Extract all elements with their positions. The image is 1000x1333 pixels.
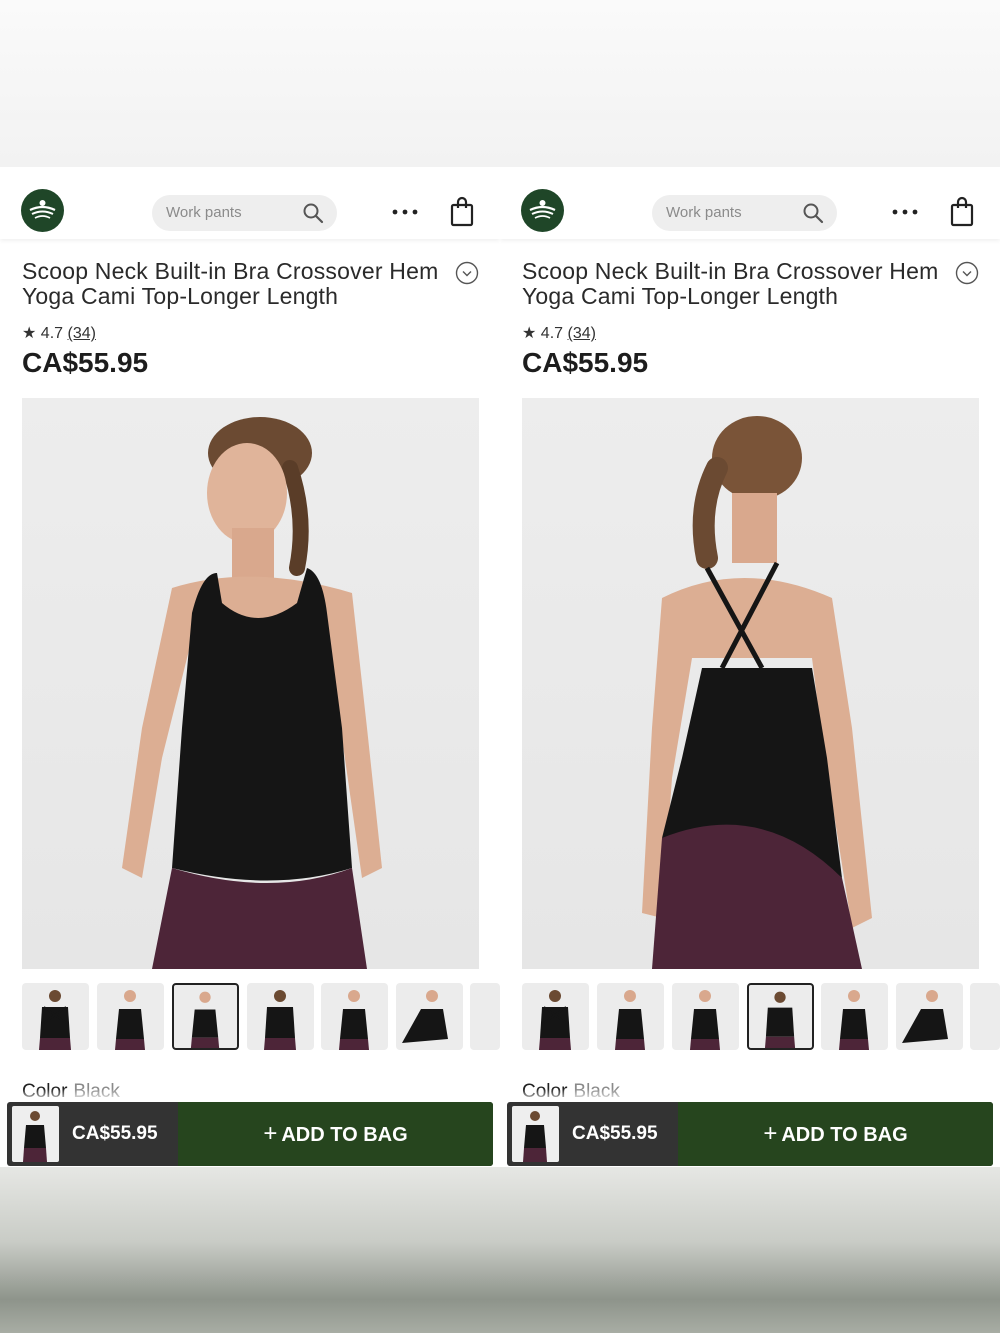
fade-overlay (0, 1089, 500, 1103)
top-blank-area (0, 0, 1000, 167)
product-rating: ★ 4.7 (34) (22, 323, 96, 343)
cart-price: CA$55.95 (72, 1123, 158, 1144)
logo-icon[interactable] (521, 189, 564, 232)
hero-image-back[interactable] (522, 398, 979, 969)
thumbnail-side[interactable] (396, 983, 463, 1050)
shopping-bag-icon[interactable] (948, 196, 976, 228)
thumbnail-partial[interactable] (970, 983, 1000, 1050)
more-dots-icon[interactable] (390, 200, 420, 224)
site-header: Work pants (0, 167, 500, 239)
thumbnail-side[interactable] (896, 983, 963, 1050)
product-title: Scoop Neck Built-in Bra Crossover Hem Yo… (22, 258, 439, 309)
cart-product-thumbnail (12, 1106, 59, 1162)
product-rating: ★ 4.7 (34) (522, 323, 596, 343)
review-count-link[interactable]: (34) (68, 325, 96, 342)
add-to-bag-button[interactable]: + ADD TO BAG (178, 1102, 493, 1166)
thumbnail-strip (22, 983, 500, 1051)
plus-icon: + (263, 1120, 278, 1147)
search-input[interactable]: Work pants (652, 195, 837, 231)
product-title: Scoop Neck Built-in Bra Crossover Hem Yo… (522, 258, 939, 309)
site-header: Work pants (500, 167, 1000, 239)
thumbnail-strip (522, 983, 1000, 1051)
product-panel-right: Work pants Scoop Neck Built-in Bra Cross… (500, 167, 1000, 1167)
product-price: CA$55.95 (22, 347, 149, 378)
cart-product-thumbnail (512, 1106, 559, 1162)
hero-image-front[interactable] (22, 398, 479, 969)
thumbnail-front-selected[interactable] (172, 983, 239, 1050)
shopping-bag-icon[interactable] (448, 196, 476, 228)
more-dots-icon[interactable] (890, 200, 920, 224)
product-panel-left: Work pants Scoop Neck Built-in Bra Cross… (0, 167, 500, 1167)
add-to-bag-label: ADD TO BAG (281, 1124, 408, 1146)
cart-price: CA$55.95 (572, 1123, 658, 1144)
thumbnail-front[interactable] (672, 983, 739, 1050)
search-icon[interactable] (302, 202, 324, 224)
thumbnail-back[interactable] (247, 983, 314, 1050)
search-input[interactable]: Work pants (152, 195, 337, 231)
search-placeholder: Work pants (166, 204, 242, 221)
thumbnail-back[interactable] (22, 983, 89, 1050)
fade-overlay (500, 1089, 1000, 1103)
thumbnail-partial[interactable] (470, 983, 500, 1050)
thumbnail-back-selected[interactable] (747, 983, 814, 1050)
thumbnail-back[interactable] (522, 983, 589, 1050)
star-icon: ★ (522, 325, 537, 342)
thumbnail-front[interactable] (597, 983, 664, 1050)
sticky-cart-bar: CA$55.95 + ADD TO BAG (7, 1102, 493, 1166)
add-to-bag-button[interactable]: + ADD TO BAG (678, 1102, 993, 1166)
plus-icon: + (763, 1120, 778, 1147)
chevron-down-icon[interactable] (955, 261, 979, 285)
star-icon: ★ (22, 325, 37, 342)
thumbnail-front[interactable] (97, 983, 164, 1050)
rating-value: 4.7 (40, 325, 64, 342)
logo-icon[interactable] (21, 189, 64, 232)
rating-value: 4.7 (540, 325, 564, 342)
search-placeholder: Work pants (666, 204, 742, 221)
review-count-link[interactable]: (34) (568, 325, 596, 342)
add-to-bag-label: ADD TO BAG (781, 1124, 908, 1146)
thumbnail-front[interactable] (821, 983, 888, 1050)
search-icon[interactable] (802, 202, 824, 224)
sticky-cart-bar: CA$55.95 + ADD TO BAG (507, 1102, 993, 1166)
bottom-blurred-background (0, 1167, 1000, 1333)
chevron-down-icon[interactable] (455, 261, 479, 285)
product-price: CA$55.95 (522, 347, 649, 378)
thumbnail-front[interactable] (321, 983, 388, 1050)
